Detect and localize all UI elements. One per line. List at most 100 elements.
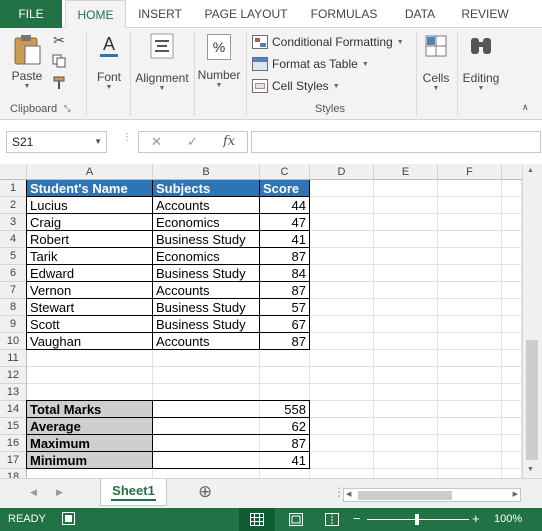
subject-cell[interactable]: Economics xyxy=(153,248,260,265)
table-header-cell[interactable]: Score xyxy=(260,180,310,197)
empty-cell[interactable] xyxy=(438,384,502,401)
empty-cell[interactable] xyxy=(153,469,260,478)
row-header[interactable]: 4 xyxy=(0,231,27,248)
collapse-ribbon-icon[interactable]: ∧ xyxy=(522,102,529,113)
subject-cell[interactable]: Business Study xyxy=(153,231,260,248)
empty-cell[interactable] xyxy=(310,418,374,435)
row-header[interactable]: 9 xyxy=(0,316,27,333)
score-cell[interactable]: 67 xyxy=(260,316,310,333)
empty-cell[interactable] xyxy=(502,418,522,435)
prev-sheet-icon[interactable]: ◀ xyxy=(30,487,37,498)
number-button[interactable]: % Number ▼ xyxy=(196,32,242,89)
column-header-b[interactable]: B xyxy=(153,164,260,180)
score-cell[interactable]: 41 xyxy=(260,231,310,248)
empty-cell[interactable] xyxy=(502,316,522,333)
empty-cell[interactable] xyxy=(374,367,438,384)
column-header-d[interactable]: D xyxy=(310,164,374,180)
empty-cell[interactable] xyxy=(502,452,522,469)
row-header[interactable]: 16 xyxy=(0,435,27,452)
format-painter-icon[interactable] xyxy=(50,76,68,93)
empty-cell[interactable] xyxy=(310,316,374,333)
student-name-cell[interactable]: Vernon xyxy=(27,282,153,299)
horizontal-scrollbar[interactable]: ◀ ▶ xyxy=(343,488,521,502)
clipboard-launcher-icon[interactable]: ⤡ xyxy=(64,104,70,114)
empty-cell[interactable] xyxy=(374,180,438,197)
empty-cell[interactable] xyxy=(374,333,438,350)
score-cell[interactable]: 87 xyxy=(260,333,310,350)
empty-cell[interactable] xyxy=(438,299,502,316)
empty-cell[interactable] xyxy=(310,214,374,231)
row-header[interactable]: 14 xyxy=(0,401,27,418)
vertical-scrollbar[interactable]: ▲ ▼ xyxy=(522,164,542,478)
empty-cell[interactable] xyxy=(502,197,522,214)
empty-cell[interactable] xyxy=(374,452,438,469)
add-sheet-icon[interactable]: ⊕ xyxy=(198,482,212,502)
student-name-cell[interactable]: Lucius xyxy=(27,197,153,214)
empty-cell[interactable] xyxy=(438,452,502,469)
zoom-in-icon[interactable]: + xyxy=(472,511,480,526)
column-header-partial[interactable] xyxy=(502,164,522,180)
formula-input[interactable] xyxy=(251,131,541,153)
empty-cell[interactable] xyxy=(310,435,374,452)
subject-cell[interactable]: Economics xyxy=(153,214,260,231)
empty-cell[interactable] xyxy=(260,350,310,367)
empty-cell[interactable] xyxy=(374,469,438,478)
score-cell[interactable]: 84 xyxy=(260,265,310,282)
empty-cell[interactable] xyxy=(374,384,438,401)
column-header-c[interactable]: C xyxy=(260,164,310,180)
empty-cell[interactable] xyxy=(310,452,374,469)
empty-cell[interactable] xyxy=(502,350,522,367)
empty-cell[interactable] xyxy=(502,299,522,316)
empty-cell[interactable] xyxy=(310,282,374,299)
empty-cell[interactable] xyxy=(374,248,438,265)
empty-cell[interactable] xyxy=(27,469,153,478)
column-header-a[interactable]: A xyxy=(27,164,153,180)
score-cell[interactable]: 57 xyxy=(260,299,310,316)
empty-cell[interactable] xyxy=(502,384,522,401)
macro-record-icon[interactable] xyxy=(62,512,75,525)
student-name-cell[interactable]: Stewart xyxy=(27,299,153,316)
conditional-formatting-button[interactable]: Conditional Formatting ▼ xyxy=(252,32,404,52)
zoom-slider-thumb[interactable] xyxy=(415,514,419,525)
empty-cell[interactable] xyxy=(438,401,502,418)
empty-cell[interactable] xyxy=(374,435,438,452)
empty-cell[interactable] xyxy=(502,435,522,452)
tab-file[interactable]: FILE xyxy=(0,0,62,28)
tab-formulas[interactable]: FORMULAS xyxy=(304,0,384,28)
row-header[interactable]: 11 xyxy=(0,350,27,367)
score-cell[interactable]: 44 xyxy=(260,197,310,214)
row-header[interactable]: 5 xyxy=(0,248,27,265)
student-name-cell[interactable]: Scott xyxy=(27,316,153,333)
subject-cell[interactable]: Business Study xyxy=(153,316,260,333)
empty-cell[interactable] xyxy=(374,265,438,282)
empty-cell[interactable] xyxy=(374,316,438,333)
zoom-level[interactable]: 100% xyxy=(494,513,522,525)
empty-cell[interactable] xyxy=(438,214,502,231)
empty-cell[interactable] xyxy=(502,469,522,478)
subject-cell[interactable]: Business Study xyxy=(153,299,260,316)
empty-cell[interactable] xyxy=(502,367,522,384)
empty-cell[interactable] xyxy=(502,231,522,248)
row-header[interactable]: 1 xyxy=(0,180,27,197)
row-header[interactable]: 18 xyxy=(0,469,27,478)
empty-cell[interactable] xyxy=(310,333,374,350)
normal-view-button[interactable] xyxy=(239,508,275,531)
empty-cell[interactable] xyxy=(374,214,438,231)
empty-cell[interactable] xyxy=(153,350,260,367)
sheet-tab-sheet1[interactable]: Sheet1 xyxy=(100,479,167,506)
empty-cell[interactable] xyxy=(27,384,153,401)
empty-cell[interactable] xyxy=(438,231,502,248)
editing-button[interactable]: Editing ▼ xyxy=(460,32,502,92)
table-header-cell[interactable]: Student's Name xyxy=(27,180,153,197)
table-header-cell[interactable]: Subjects xyxy=(153,180,260,197)
row-header[interactable]: 6 xyxy=(0,265,27,282)
paste-button[interactable]: Paste ▼ xyxy=(8,32,46,90)
tab-data[interactable]: DATA xyxy=(395,0,445,28)
empty-cell[interactable] xyxy=(502,333,522,350)
empty-cell[interactable] xyxy=(502,265,522,282)
empty-cell[interactable] xyxy=(374,282,438,299)
empty-cell[interactable] xyxy=(502,214,522,231)
empty-cell[interactable] xyxy=(27,350,153,367)
zoom-out-icon[interactable]: − xyxy=(353,511,361,526)
row-header[interactable]: 8 xyxy=(0,299,27,316)
